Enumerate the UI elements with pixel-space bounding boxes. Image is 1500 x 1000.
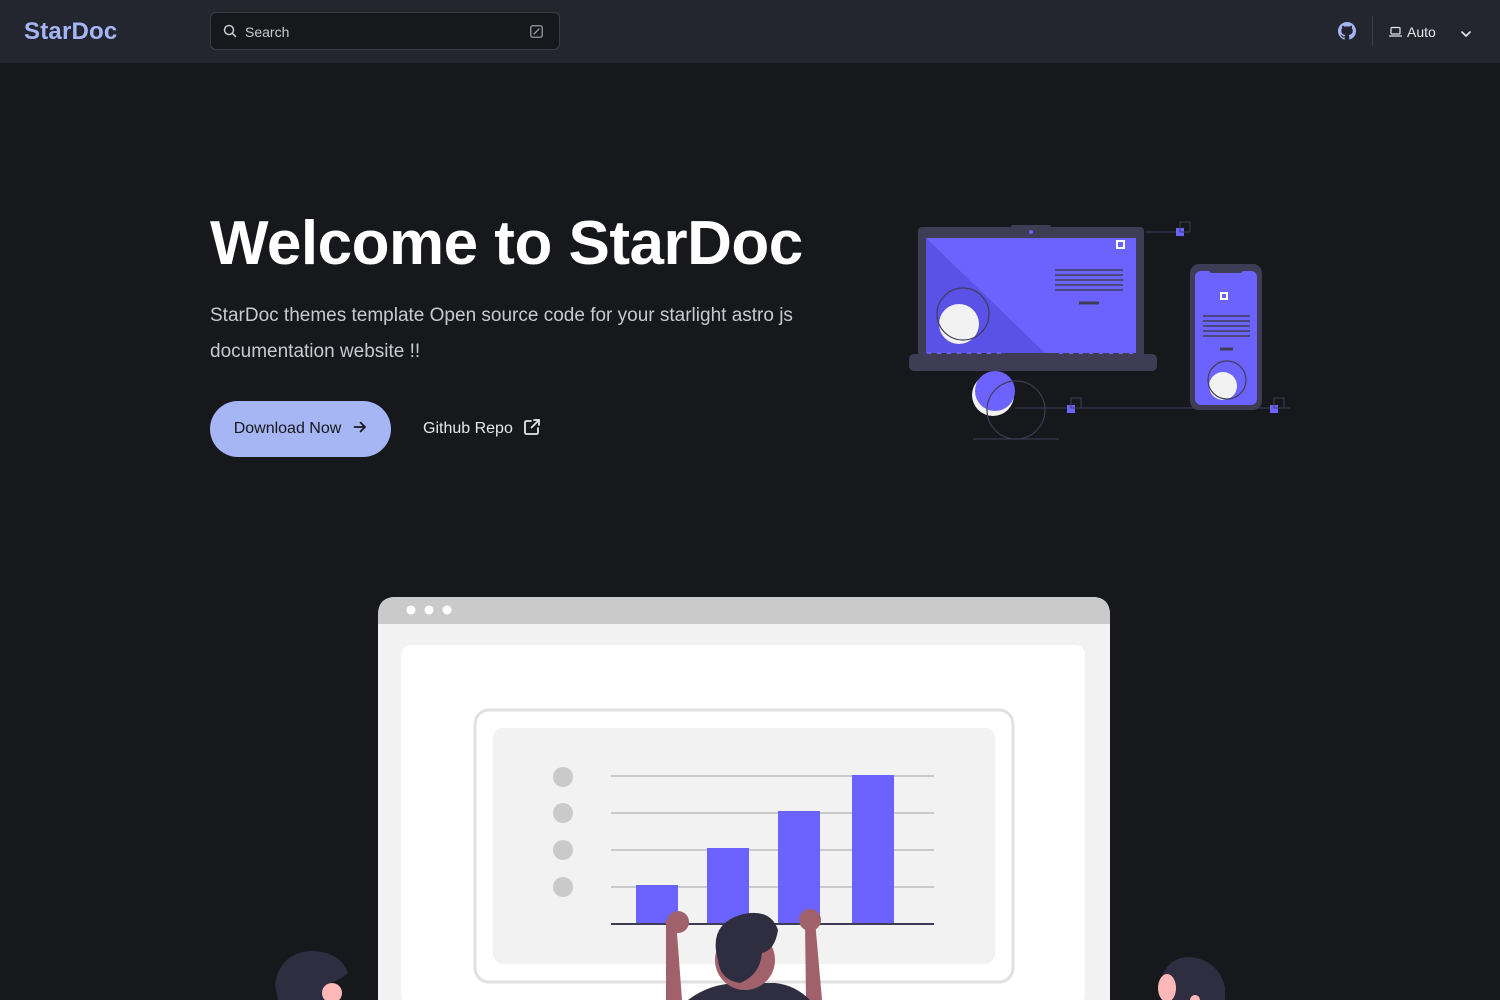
keyboard-shortcut-icon [530,25,543,43]
hero-tagline: StarDoc themes template Open source code… [210,305,793,362]
chevron-down-icon[interactable] [1460,26,1472,44]
download-now-button[interactable]: Download Now [210,401,391,457]
theme-select-value: Auto [1407,24,1436,40]
search-button[interactable]: Search [210,12,560,50]
site-header: StarDoc Search Auto [0,0,1500,63]
search-label: Search [245,24,290,40]
download-now-label: Download Now [233,420,342,437]
devices-illustration [909,221,1290,440]
analytics-illustration [275,597,1225,1000]
arrow-right-icon [353,420,367,439]
external-link-icon [523,418,541,441]
search-icon [223,24,237,43]
site-logo[interactable]: StarDoc [24,18,117,46]
github-icon[interactable] [1338,22,1356,45]
github-repo-label: Github Repo [423,420,513,437]
hero-title: Welcome to StarDoc [210,209,803,278]
laptop-icon [1388,25,1403,43]
github-repo-link[interactable]: Github Repo [423,415,541,443]
header-divider [1372,16,1373,46]
